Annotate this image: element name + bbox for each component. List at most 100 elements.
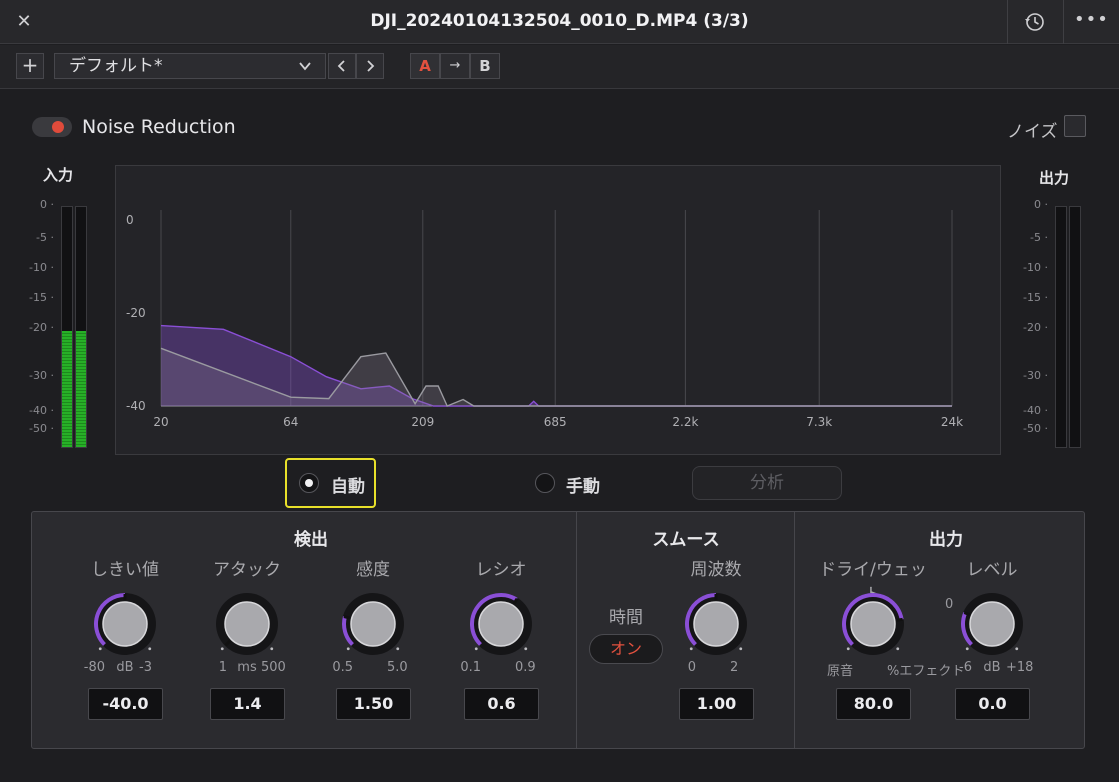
knob-body: [969, 601, 1015, 647]
auto-mode-option[interactable]: 自動: [285, 458, 376, 508]
meter-scale-label: -50 ·: [29, 422, 54, 435]
knob-label: レシオ: [475, 560, 527, 580]
meter-scale-label: -30 ·: [29, 369, 54, 382]
meter-scale-label: -40 ·: [1023, 404, 1048, 417]
knob-dial[interactable]: [466, 589, 536, 659]
knob-label: アタック: [213, 560, 281, 580]
x-tick-label: 7.3k: [806, 415, 832, 429]
knob-body: [102, 601, 148, 647]
history-icon: [1025, 13, 1044, 31]
knob-value-field[interactable]: -40.0: [88, 688, 163, 720]
copy-a-to-b-button[interactable]: →: [440, 53, 470, 79]
knob-body: [478, 601, 524, 647]
smooth-title: スムース: [652, 530, 720, 550]
compare-a-button[interactable]: A: [410, 53, 440, 79]
auto-mode-label: 自動: [331, 477, 365, 497]
manual-mode-label[interactable]: 手動: [566, 472, 600, 497]
preset-dropdown[interactable]: デフォルト*: [54, 53, 326, 79]
knob-dial[interactable]: [681, 589, 751, 659]
knob-tick: [148, 647, 152, 651]
knob-pointer: [343, 615, 351, 620]
knob-min-label: 0.1: [460, 660, 481, 675]
more-options-button[interactable]: •••: [1074, 10, 1108, 34]
previous-preset-button[interactable]: [328, 53, 356, 79]
input-meter-right: [75, 206, 87, 448]
knob-max-label: +18: [1006, 660, 1034, 675]
auto-radio[interactable]: [299, 473, 319, 493]
knob-tick: [689, 647, 693, 651]
meter-scale-label: -5 ·: [1030, 231, 1048, 244]
knob-value-field[interactable]: 1.00: [679, 688, 754, 720]
knob-min-label: 0.5: [332, 660, 353, 675]
preset-label: デフォルト*: [69, 56, 163, 76]
knob-body: [850, 601, 896, 647]
knob-dial[interactable]: [338, 589, 408, 659]
meter-scale-label: -15 ·: [29, 291, 54, 304]
knob-min-label: 原音: [826, 664, 853, 679]
knob-label: しきい値: [91, 560, 159, 580]
output-meter-title: 出力: [1039, 169, 1070, 187]
section-divider: [794, 512, 795, 748]
title-bar: ✕ DJI_20240104132504_0010_D.MP4 (3/3) ••…: [0, 0, 1119, 44]
toggle-indicator: [52, 121, 64, 133]
meter-scale-label: -50 ·: [1023, 422, 1048, 435]
knob-dial[interactable]: [838, 589, 908, 659]
chevron-right-icon: [367, 60, 375, 72]
knob-tick: [846, 647, 850, 651]
spectrum-chart: 20 64 209 685 2.2k 7.3k 24k 0 -20 -40: [126, 210, 963, 429]
output-meter-right: [1069, 206, 1081, 448]
detection-title: 検出: [294, 530, 328, 550]
knob-value-field[interactable]: 0.0: [955, 688, 1030, 720]
spectrum-graph: 20 64 209 685 2.2k 7.3k 24k 0 -20 -40: [115, 165, 1001, 455]
knob-dial[interactable]: [957, 589, 1027, 659]
knob-tick: [270, 647, 274, 651]
knob-value-field[interactable]: 1.4: [210, 688, 285, 720]
knob-max-label: 0.9: [515, 660, 536, 675]
knob-tick: [220, 647, 224, 651]
next-preset-button[interactable]: [356, 53, 384, 79]
knob-tick: [896, 647, 900, 651]
input-meter-fill: [62, 331, 72, 447]
plugin-title: Noise Reduction: [82, 116, 236, 138]
knob-pointer: [896, 617, 903, 622]
add-preset-button[interactable]: +: [16, 53, 44, 79]
knob-value-field[interactable]: 80.0: [836, 688, 911, 720]
knob-label: 周波数: [690, 560, 742, 580]
knob-tick: [739, 647, 743, 651]
meter-scale-label: -15 ·: [1023, 291, 1048, 304]
noise-listen-checkbox[interactable]: [1064, 115, 1086, 137]
knob-value-field[interactable]: 0.6: [464, 688, 539, 720]
chevron-down-icon: [299, 62, 311, 71]
knob-tick: [346, 647, 350, 651]
knob-tick: [1015, 647, 1019, 651]
history-button[interactable]: [1020, 10, 1050, 34]
preset-toolbar: + デフォルト* A → B: [0, 45, 1119, 89]
knob-dial[interactable]: [90, 589, 160, 659]
manual-radio[interactable]: [535, 473, 555, 493]
analyze-button[interactable]: 分析: [692, 466, 842, 500]
x-tick-label: 24k: [941, 415, 963, 429]
knob-zero-mark: 0: [945, 597, 954, 612]
meter-scale-label: -10 ·: [29, 261, 54, 274]
knob-body: [350, 601, 396, 647]
knob-dial[interactable]: [212, 589, 282, 659]
input-meter-title: 入力: [43, 166, 74, 184]
meter-scale-label: 0 ·: [1034, 198, 1048, 211]
knob-tick: [98, 647, 102, 651]
controls-panel: 検出 スムース 出力 時間 オン しきい値 -80 dB -3 -40.0 アタック 1 ms…: [31, 511, 1085, 749]
knob-min-label: 0: [687, 660, 696, 675]
knob-label: 感度: [356, 560, 390, 580]
chevron-left-icon: [337, 60, 345, 72]
noise-listen-label: ノイズ: [1007, 122, 1058, 142]
knob-tick: [524, 647, 528, 651]
knob-body: [224, 601, 270, 647]
x-tick-label: 64: [283, 415, 298, 429]
input-meter-fill: [76, 331, 86, 447]
x-tick-label: 20: [153, 415, 168, 429]
knob-value-field[interactable]: 1.50: [336, 688, 411, 720]
compare-b-button[interactable]: B: [470, 53, 500, 79]
plugin-enable-toggle[interactable]: [32, 117, 72, 137]
meter-scale-label: 0 ·: [40, 198, 54, 211]
knob-body: [693, 601, 739, 647]
meter-scale-label: -30 ·: [1023, 369, 1048, 382]
